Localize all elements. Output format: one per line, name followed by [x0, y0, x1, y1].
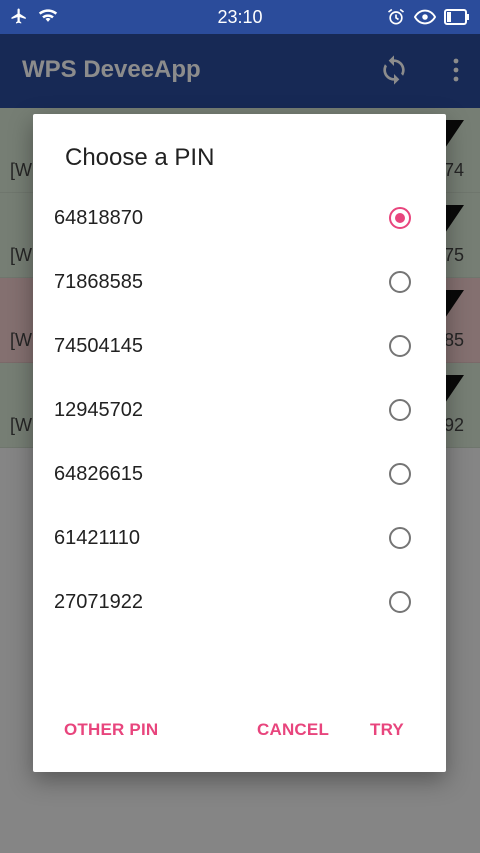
pin-value: 27071922	[54, 590, 143, 613]
try-button[interactable]: TRY	[370, 720, 404, 740]
eye-icon	[414, 9, 436, 25]
choose-pin-dialog: Choose a PIN 64818870 71868585 74504145 129…	[33, 114, 446, 772]
other-pin-button[interactable]: OTHER PIN	[64, 720, 158, 740]
pin-option[interactable]: 64818870	[33, 186, 446, 250]
radio-button[interactable]	[389, 207, 411, 229]
pin-option[interactable]: 27071922	[33, 570, 446, 634]
status-right	[386, 7, 470, 27]
status-bar: 23:10	[0, 0, 480, 34]
radio-button[interactable]	[389, 335, 411, 357]
battery-icon	[444, 9, 469, 25]
pin-value: 71868585	[54, 270, 143, 293]
radio-button[interactable]	[389, 399, 411, 421]
radio-button[interactable]	[389, 271, 411, 293]
alarm-icon	[388, 8, 404, 25]
dialog-title: Choose a PIN	[65, 144, 215, 171]
pin-value: 61421110	[54, 526, 141, 549]
pin-value: 74504145	[54, 334, 143, 357]
pin-value: 64826615	[54, 462, 143, 485]
pin-options: 64818870 71868585 74504145 12945702 64826615…	[33, 186, 446, 634]
pin-option[interactable]: 64826615	[33, 442, 446, 506]
pin-option[interactable]: 12945702	[33, 378, 446, 442]
pin-value: 64818870	[54, 206, 143, 229]
radio-button[interactable]	[389, 527, 411, 549]
dialog-actions: OTHER PIN CANCEL TRY	[33, 720, 446, 760]
radio-button[interactable]	[389, 591, 411, 613]
cancel-button[interactable]: CANCEL	[257, 720, 329, 740]
pin-option[interactable]: 61421110	[33, 506, 446, 570]
radio-button[interactable]	[389, 463, 411, 485]
pin-option[interactable]: 71868585	[33, 250, 446, 314]
pin-value: 12945702	[54, 398, 143, 421]
pin-option[interactable]: 74504145	[33, 314, 446, 378]
